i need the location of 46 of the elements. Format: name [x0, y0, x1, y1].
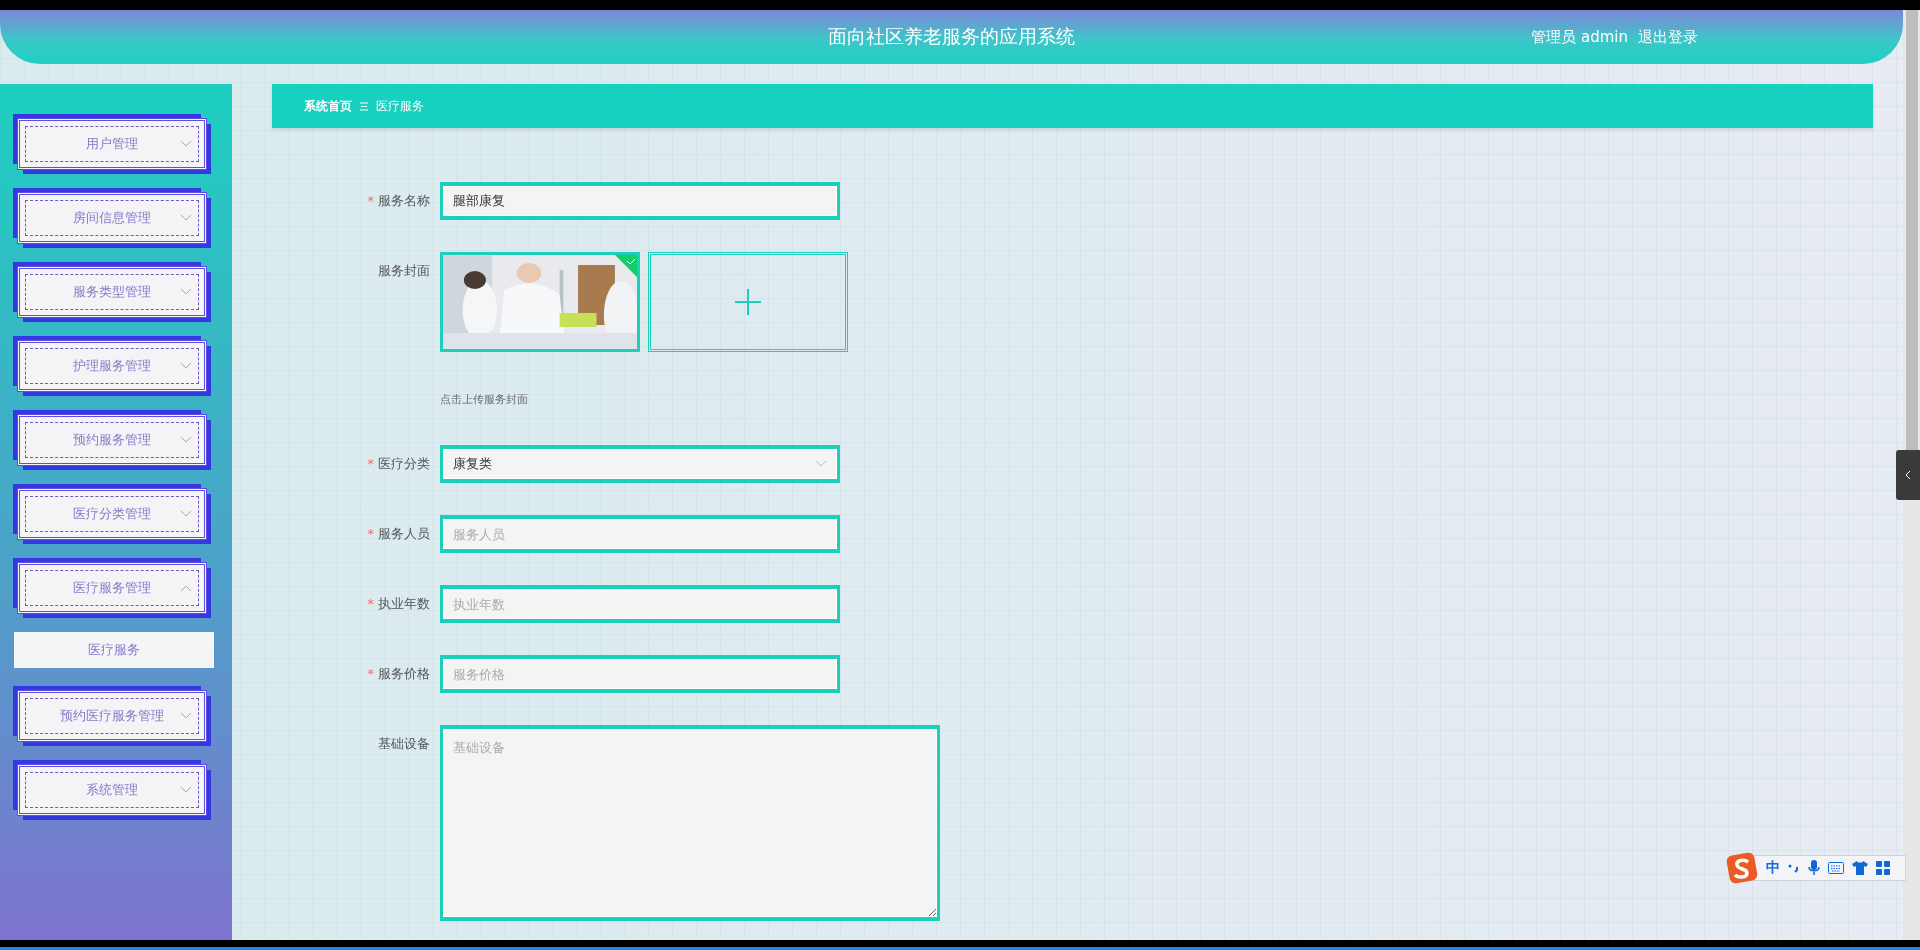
breadcrumb-link[interactable]: 系统首页	[304, 97, 352, 115]
field-label: 执业年数	[378, 595, 430, 613]
field-label: 服务人员	[378, 525, 430, 543]
field-label: 服务名称	[378, 192, 430, 210]
required-mark: *	[367, 525, 374, 543]
chevron-left-icon	[1905, 470, 1911, 480]
upload-hint: 点击上传服务封面	[440, 392, 529, 407]
chevron-down-icon	[815, 460, 827, 468]
s-logo-icon	[1726, 852, 1758, 884]
select-field[interactable]: 康复类	[440, 445, 840, 483]
plus-icon	[735, 289, 761, 315]
punctuation-icon[interactable]	[1788, 863, 1800, 873]
input-field[interactable]: 执业年数	[440, 585, 840, 623]
field-label: 基础设备	[378, 735, 430, 753]
textarea-field[interactable]: 基础设备	[440, 725, 940, 921]
required-mark: *	[367, 192, 374, 210]
app-title: 面向社区养老服务的应用系统	[828, 24, 1075, 49]
logout-link[interactable]: 退出登录	[1638, 27, 1698, 47]
input-field[interactable]: 服务人员	[440, 515, 840, 553]
chevron-down-icon	[180, 712, 192, 720]
microphone-icon[interactable]	[1808, 860, 1820, 876]
input-field[interactable]: 服务价格	[440, 655, 840, 693]
field-label: 医疗分类	[378, 455, 430, 473]
chevron-down-icon	[180, 214, 192, 222]
ime-mode[interactable]: 中	[1766, 859, 1780, 877]
submenu-item[interactable]: 医疗服务	[14, 632, 214, 668]
separator-icon	[360, 101, 368, 111]
chevron-down-icon	[180, 786, 192, 794]
breadcrumb-current: 医疗服务	[376, 97, 424, 115]
chevron-down-icon	[180, 510, 192, 518]
required-mark: *	[367, 455, 374, 473]
chevron-down-icon	[180, 436, 192, 444]
user-label: 管理员 admin	[1531, 27, 1628, 47]
field-label: 服务价格	[378, 665, 430, 683]
required-mark: *	[367, 595, 374, 613]
chevron-up-icon	[180, 584, 192, 592]
shirt-icon[interactable]	[1852, 861, 1868, 875]
required-mark: *	[367, 665, 374, 683]
keyboard-icon[interactable]	[1828, 862, 1844, 874]
chevron-down-icon	[180, 288, 192, 296]
input-field[interactable]: 腿部康复	[440, 182, 840, 220]
grid-icon[interactable]	[1876, 861, 1890, 875]
field-label: 服务封面	[378, 262, 430, 280]
scrollbar[interactable]	[1903, 10, 1920, 940]
chevron-down-icon	[180, 140, 192, 148]
chevron-down-icon	[180, 362, 192, 370]
